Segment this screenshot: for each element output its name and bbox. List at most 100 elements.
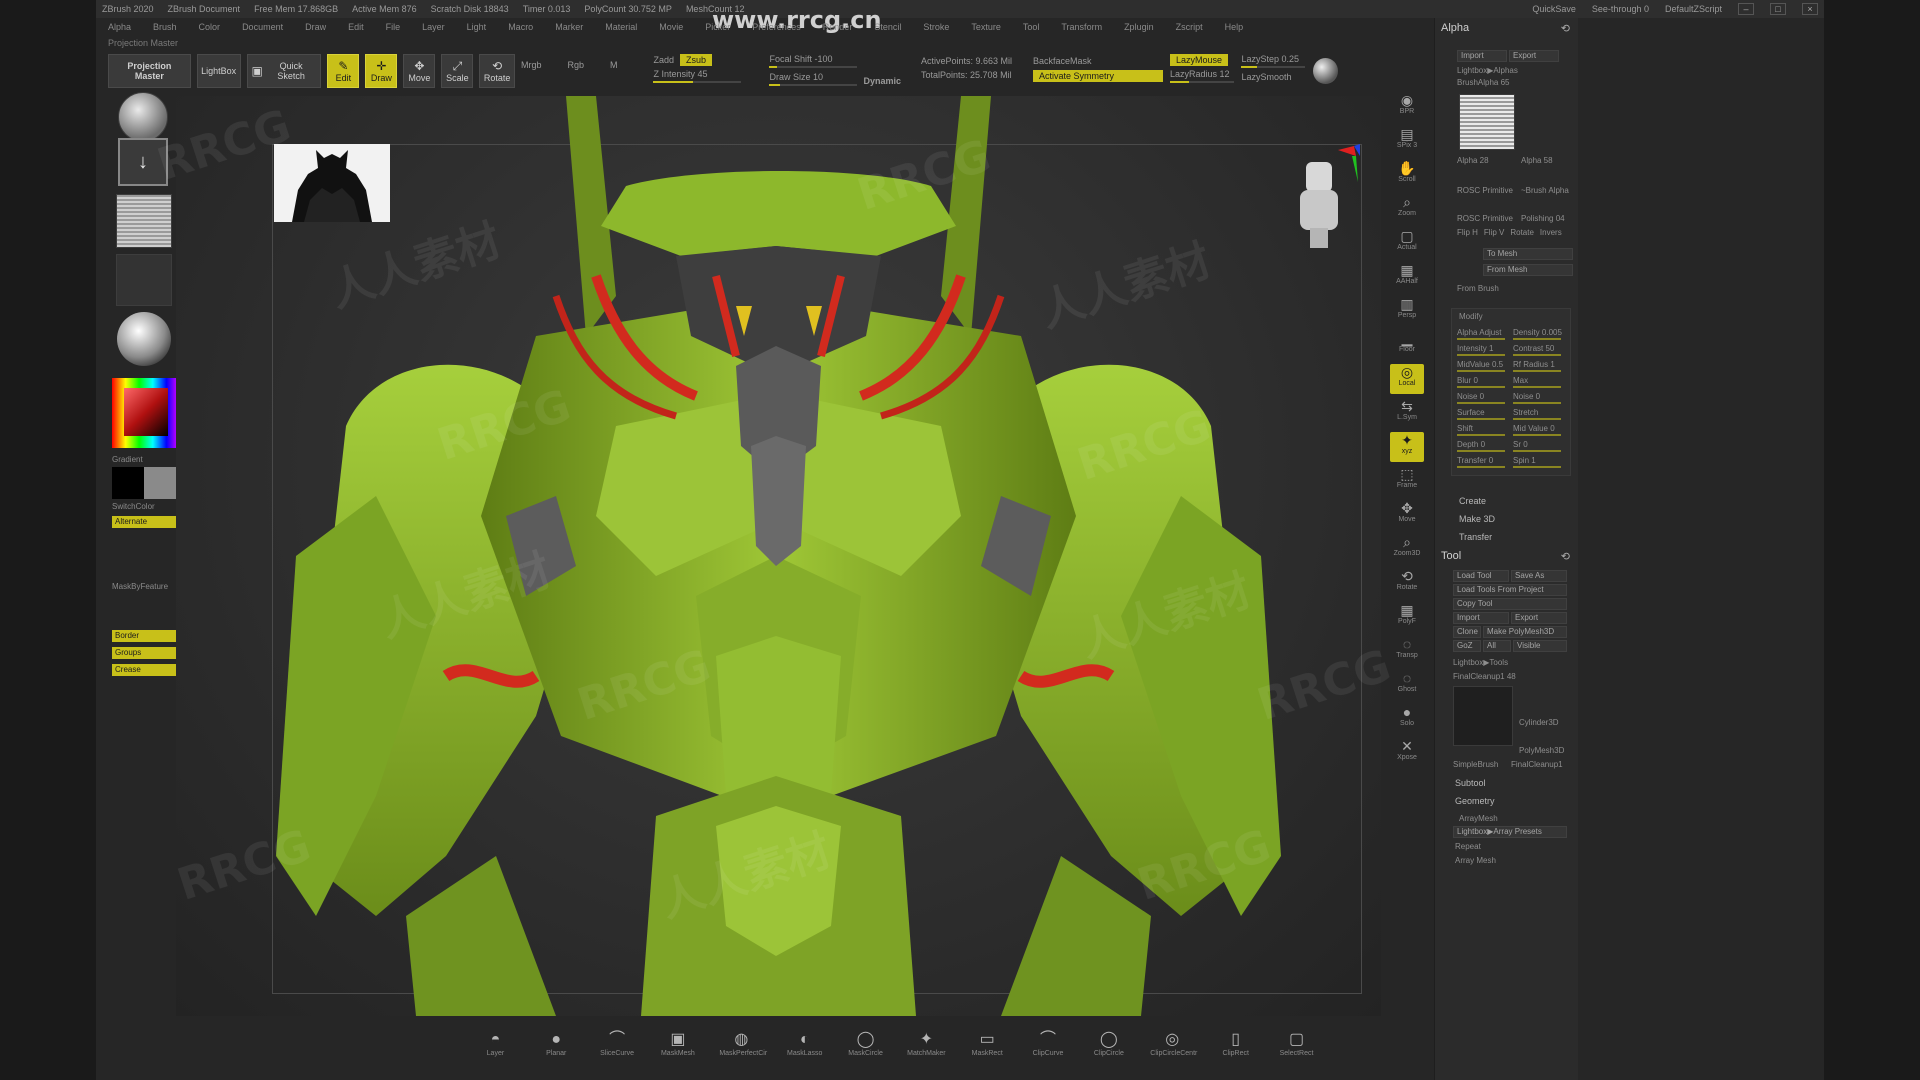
focal-shift-slider[interactable]: Focal Shift -100 [769, 54, 858, 68]
crease-button[interactable]: Crease [112, 664, 176, 676]
menu-item[interactable]: Stroke [923, 22, 949, 32]
make-3d-section[interactable]: Make 3D [1459, 514, 1495, 524]
zadd-toggle[interactable]: Zadd [653, 55, 674, 65]
menu-item[interactable]: Picker [705, 22, 730, 32]
menu-item[interactable]: Light [467, 22, 487, 32]
brush-planar-button[interactable]: ● Planar [537, 1030, 576, 1074]
menu-item[interactable]: Zscript [1176, 22, 1203, 32]
copy-tool-button[interactable]: Copy Tool [1453, 598, 1567, 610]
projection-master-button[interactable]: Projection Master [108, 54, 191, 88]
brush-maskmesh-button[interactable]: ▣ MaskMesh [658, 1030, 697, 1074]
alpha-palette-title[interactable]: Alpha [1441, 22, 1469, 34]
draw-button[interactable]: ✛ Draw [365, 54, 398, 88]
menu-item[interactable]: Transform [1061, 22, 1102, 32]
brush-selectrect-button[interactable]: ▢ SelectRect [1277, 1030, 1316, 1074]
brush-alpha-slider[interactable]: BrushAlpha 65 [1457, 78, 1509, 87]
secondary-color-swatch[interactable] [144, 467, 176, 499]
modify-slider[interactable]: Transfer 0 [1457, 456, 1493, 465]
repeat-slider[interactable]: Repeat [1455, 842, 1481, 851]
rightshelf-xpose-button[interactable]: ✕ Xpose [1390, 738, 1424, 768]
lazy-mouse-button[interactable]: LazyMouse [1169, 54, 1228, 66]
rightshelf-actual-button[interactable]: ▢ Actual [1390, 228, 1424, 258]
menu-item[interactable]: Stencil [874, 22, 901, 32]
modify-slider[interactable]: Surface [1457, 408, 1485, 417]
m-toggle[interactable]: M [610, 54, 618, 70]
menu-item[interactable]: Texture [971, 22, 1001, 32]
rightshelf-local-button[interactable]: ◎ Local [1390, 364, 1424, 394]
rightshelf-l-sym-button[interactable]: ⇆ L.Sym [1390, 398, 1424, 428]
lazy-smooth-slider[interactable]: LazySmooth [1241, 68, 1307, 82]
alpha-import-button[interactable]: Import [1457, 50, 1507, 62]
lightbox-array-button[interactable]: Lightbox▶Array Presets [1453, 826, 1567, 838]
modify-slider[interactable]: Shift [1457, 424, 1473, 433]
menu-item[interactable]: Draw [305, 22, 326, 32]
transfer-section[interactable]: Transfer [1459, 532, 1492, 542]
goz-visible-button[interactable]: Visible [1513, 640, 1567, 652]
menu-item[interactable]: File [386, 22, 401, 32]
z-intensity-slider[interactable]: Z Intensity 45 [653, 69, 742, 83]
menu-item[interactable]: Macro [508, 22, 533, 32]
color-square[interactable] [124, 388, 168, 436]
quick-sketch-button[interactable]: ▣ Quick Sketch [246, 54, 322, 88]
modify-header[interactable]: Modify [1459, 312, 1483, 321]
close-icon[interactable]: × [1802, 3, 1818, 15]
rightshelf-bpr-button[interactable]: ◉ BPR [1390, 92, 1424, 122]
menu-item[interactable]: Zplugin [1124, 22, 1154, 32]
minimize-icon[interactable]: – [1738, 3, 1754, 15]
flip-h-button[interactable]: Flip H [1457, 228, 1478, 237]
goz-all-button[interactable]: All [1483, 640, 1511, 652]
rightshelf-scroll-button[interactable]: ✋ Scroll [1390, 160, 1424, 190]
rgb-toggle[interactable]: Rgb [567, 54, 584, 70]
load-from-project-button[interactable]: Load Tools From Project [1453, 584, 1567, 596]
menu-item[interactable]: Help [1225, 22, 1244, 32]
final-cleanup-slider[interactable]: FinalCleanup1 48 [1453, 672, 1516, 681]
geometry-section[interactable]: Geometry [1455, 796, 1495, 806]
brush-clipcurve-button[interactable]: ⌒ ClipCurve [1029, 1030, 1068, 1074]
rightshelf-move-button[interactable]: ✥ Move [1390, 500, 1424, 530]
move-button[interactable]: ✥ Move [403, 54, 436, 88]
switch-color-button[interactable]: SwitchColor [112, 502, 155, 511]
stroke-dots-icon[interactable]: ↓ [118, 138, 168, 186]
goz-button[interactable]: GoZ [1453, 640, 1481, 652]
modify-slider[interactable]: Spin 1 [1513, 456, 1536, 465]
reset-icon[interactable]: ⟲ [1561, 22, 1570, 35]
material-thumbnail[interactable] [117, 312, 171, 366]
rightshelf-floor-button[interactable]: ▁ Floor [1390, 330, 1424, 360]
tool-thumb-label[interactable]: Cylinder3D [1519, 718, 1559, 727]
brush-masklasso-button[interactable]: ◐ MaskLasso [785, 1030, 824, 1074]
modify-slider[interactable]: Stretch [1513, 408, 1538, 417]
arraymesh-section[interactable]: ArrayMesh [1459, 814, 1498, 823]
main-color-swatch[interactable] [112, 467, 144, 499]
from-mesh-button[interactable]: From Mesh [1483, 264, 1573, 276]
menu-item[interactable]: Brush [153, 22, 177, 32]
zsub-toggle[interactable]: Zsub [680, 54, 713, 66]
brush-maskcircle-button[interactable]: ◯ MaskCircle [846, 1030, 885, 1074]
rightshelf-xyz-button[interactable]: ✦ xyz [1390, 432, 1424, 462]
modify-slider[interactable]: Depth 0 [1457, 440, 1485, 449]
tool-import-button[interactable]: Import [1453, 612, 1509, 624]
tool-palette-title[interactable]: Tool [1441, 550, 1461, 562]
quicksave-button[interactable]: QuickSave [1532, 4, 1576, 14]
border-button[interactable]: Border [112, 630, 176, 642]
alpha-thumbnail[interactable] [116, 194, 172, 248]
rightshelf-transp-button[interactable]: ◌ Transp [1390, 636, 1424, 666]
current-tool-thumbnail[interactable] [1453, 686, 1513, 746]
rightshelf-zoom3d-button[interactable]: ⌕ Zoom3D [1390, 534, 1424, 564]
see-through-slider[interactable]: See-through 0 [1592, 4, 1649, 14]
lightbox-alphas-button[interactable]: Lightbox▶Alphas [1457, 66, 1518, 75]
modify-slider[interactable]: Contrast 50 [1513, 344, 1554, 353]
menu-item[interactable]: Alpha [108, 22, 131, 32]
modify-slider[interactable]: Sr 0 [1513, 440, 1528, 449]
lazy-step-slider[interactable]: LazyStep 0.25 [1241, 54, 1306, 68]
make-polymesh-button[interactable]: Make PolyMesh3D [1483, 626, 1567, 638]
material-sphere-icon[interactable] [1312, 58, 1339, 84]
lightbox-button[interactable]: LightBox [196, 54, 241, 88]
menu-item[interactable]: Material [605, 22, 637, 32]
modify-slider[interactable]: Blur 0 [1457, 376, 1478, 385]
brush-layer-button[interactable]: ◓ Layer [476, 1030, 515, 1074]
brush-thumbnail[interactable] [118, 92, 168, 142]
modify-slider[interactable]: Density 0.005 [1513, 328, 1562, 337]
brush-cliprect-button[interactable]: ▯ ClipRect [1216, 1030, 1255, 1074]
backface-mask-toggle[interactable]: BackfaceMask [1033, 54, 1164, 66]
rotate-button[interactable]: ⟲ Rotate [479, 54, 515, 88]
